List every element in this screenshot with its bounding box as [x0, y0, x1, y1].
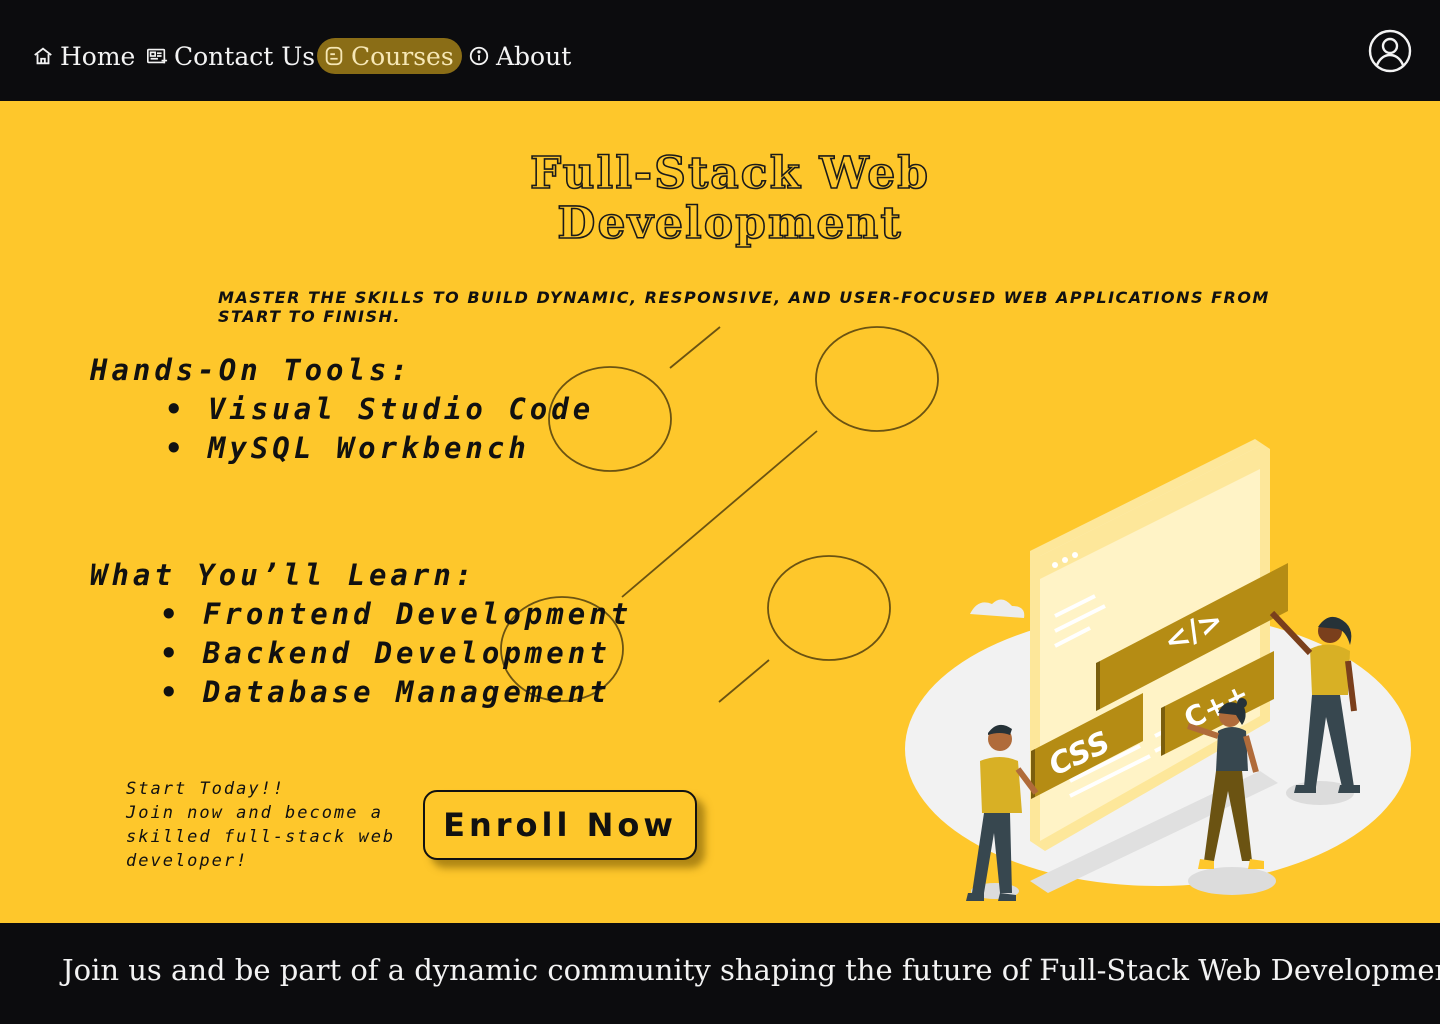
nav-home[interactable]: Home: [32, 38, 135, 74]
cta-line: Join now and become a: [126, 803, 383, 823]
learn-item: • Database Management: [160, 675, 611, 709]
footer-tagline: Join us and be part of a dynamic communi…: [62, 953, 1440, 987]
cta-line: Start Today!!: [126, 779, 286, 799]
learn-item: • Backend Development: [160, 636, 611, 670]
top-navbar: Home Contact Us Courses About: [0, 0, 1440, 101]
tool-item: • Visual Studio Code: [165, 392, 595, 426]
title-line-2: Development: [556, 198, 903, 250]
user-icon[interactable]: [1368, 29, 1412, 73]
contact-card-icon: [147, 48, 168, 64]
nav-home-label: Home: [60, 41, 136, 71]
title-line-1: Full-Stack Web: [529, 148, 930, 200]
tool-item: • MySQL Workbench: [165, 431, 530, 465]
tools-heading: Hands-On Tools:: [90, 353, 412, 387]
nav-about-label: About: [496, 41, 572, 71]
page-title: Full-Stack Web Development: [420, 148, 1040, 250]
home-icon: [34, 47, 52, 65]
nav-about[interactable]: About: [468, 38, 571, 74]
learn-heading: What You’ll Learn:: [90, 558, 477, 592]
nav-courses-label: Courses: [351, 41, 454, 71]
page-subtitle: Master the skills to build dynamic, resp…: [218, 288, 1270, 326]
nav-contact-us[interactable]: Contact Us: [146, 38, 315, 74]
book-icon: [325, 46, 343, 66]
enroll-now-button[interactable]: Enroll Now: [423, 790, 697, 860]
cta-text: Start Today!! Join now and become a skil…: [126, 777, 416, 873]
info-icon: [469, 46, 489, 66]
footer: Join us and be part of a dynamic communi…: [0, 923, 1440, 1024]
hero-section: Full-Stack Web Development Master the sk…: [0, 101, 1440, 923]
nav-contact-label: Contact Us: [174, 41, 316, 71]
nav-courses[interactable]: Courses: [317, 38, 462, 74]
cta-line: skilled full-stack web: [126, 827, 396, 847]
cta-line: developer!: [126, 851, 249, 871]
developers-illustration: </> CSS C++: [905, 439, 1411, 901]
learn-item: • Frontend Development: [160, 597, 633, 631]
